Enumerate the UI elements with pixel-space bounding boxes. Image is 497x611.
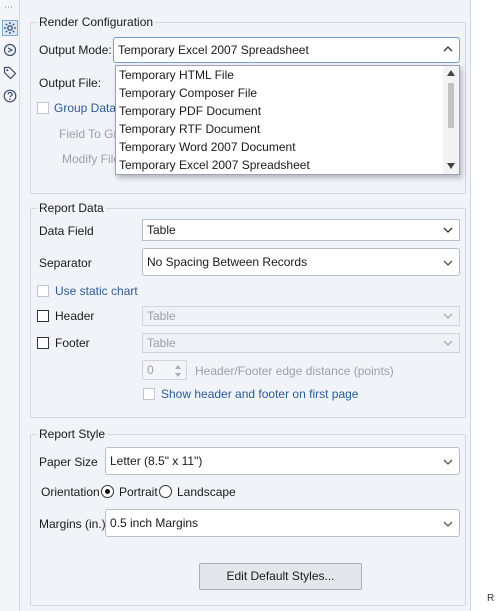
header-select[interactable]: Table xyxy=(142,306,460,326)
spin-up-icon[interactable] xyxy=(172,363,184,371)
option-word[interactable]: Temporary Word 2007 Document xyxy=(119,138,296,156)
dropdown-scrollbar[interactable] xyxy=(443,66,459,174)
footer-checkbox[interactable] xyxy=(37,337,49,349)
gear-icon[interactable] xyxy=(2,20,18,36)
render-configuration-title: Render Configuration xyxy=(37,15,156,29)
data-field-select[interactable]: Table xyxy=(142,219,460,241)
chevron-down-icon xyxy=(443,227,453,233)
group-data-checkbox[interactable] xyxy=(37,102,49,114)
margins-select[interactable]: 0.5 inch Margins xyxy=(105,509,460,537)
separator-value: No Spacing Between Records xyxy=(147,255,308,269)
output-mode-select[interactable]: Temporary Excel 2007 Spreadsheet xyxy=(113,37,460,63)
scrollbar-thumb[interactable] xyxy=(448,83,454,128)
edge-distance-spinner[interactable]: 0 xyxy=(142,360,187,380)
report-data-title: Report Data xyxy=(37,201,106,215)
spin-down-icon[interactable] xyxy=(172,371,184,379)
header-checkbox[interactable] xyxy=(37,310,49,322)
use-static-chart-label: Use static chart xyxy=(55,284,138,298)
landscape-label: Landscape xyxy=(177,485,236,499)
paper-size-value: Letter (8.5" x 11") xyxy=(110,454,203,468)
footer-label: Footer xyxy=(55,336,90,350)
header-value: Table xyxy=(147,309,176,323)
show-first-page-label: Show header and footer on first page xyxy=(161,387,359,401)
scroll-down-icon[interactable] xyxy=(447,163,455,169)
portrait-radio[interactable] xyxy=(101,485,114,498)
footer-select[interactable]: Table xyxy=(142,333,460,353)
group-data-label: Group Data xyxy=(54,101,117,115)
side-tab[interactable]: R xyxy=(487,593,494,604)
help-icon[interactable] xyxy=(2,88,18,104)
edge-distance-value: 0 xyxy=(147,363,154,377)
chevron-down-icon xyxy=(443,260,453,266)
report-style-title: Report Style xyxy=(37,427,108,441)
separator-select[interactable]: No Spacing Between Records xyxy=(142,248,460,276)
paper-size-label: Paper Size xyxy=(39,455,98,469)
chevron-up-icon xyxy=(443,46,453,52)
output-file-label: Output File: xyxy=(39,76,102,90)
output-mode-label: Output Mode: xyxy=(39,43,112,57)
margins-label: Margins (in.) xyxy=(39,517,106,531)
chevron-down-icon xyxy=(443,459,453,465)
footer-value: Table xyxy=(147,336,176,350)
grip-dots: ⋯ xyxy=(4,2,14,12)
header-label: Header xyxy=(55,309,95,323)
edge-distance-label: Header/Footer edge distance (points) xyxy=(195,364,394,378)
portrait-label: Portrait xyxy=(119,485,158,499)
chevron-down-icon xyxy=(443,521,453,527)
option-composer[interactable]: Temporary Composer File xyxy=(119,84,257,102)
edit-default-styles-button[interactable]: Edit Default Styles... xyxy=(199,563,362,590)
data-field-value: Table xyxy=(147,223,176,237)
use-static-chart-checkbox[interactable] xyxy=(37,285,49,297)
output-mode-dropdown-list: Temporary HTML File Temporary Composer F… xyxy=(115,65,460,175)
output-mode-value: Temporary Excel 2007 Spreadsheet xyxy=(118,43,309,57)
option-pdf[interactable]: Temporary PDF Document xyxy=(119,102,261,120)
data-field-label: Data Field xyxy=(39,224,94,238)
tag-icon[interactable] xyxy=(2,65,18,81)
separator-label: Separator xyxy=(39,256,92,270)
scroll-up-icon[interactable] xyxy=(447,70,455,76)
spiral-icon[interactable] xyxy=(2,42,18,58)
modify-file-label: Modify File xyxy=(62,152,121,166)
margins-value: 0.5 inch Margins xyxy=(110,516,199,530)
option-excel[interactable]: Temporary Excel 2007 Spreadsheet xyxy=(119,156,310,174)
show-first-page-checkbox[interactable] xyxy=(143,388,155,400)
chevron-down-icon xyxy=(443,313,453,319)
icon-rail: ⋯ xyxy=(0,0,20,611)
option-rtf[interactable]: Temporary RTF Document xyxy=(119,120,260,138)
paper-size-select[interactable]: Letter (8.5" x 11") xyxy=(105,447,460,475)
right-gutter: R xyxy=(470,0,497,611)
orientation-label: Orientation xyxy=(41,485,100,499)
option-html[interactable]: Temporary HTML File xyxy=(119,66,234,84)
landscape-radio[interactable] xyxy=(159,485,172,498)
chevron-down-icon xyxy=(443,340,453,346)
